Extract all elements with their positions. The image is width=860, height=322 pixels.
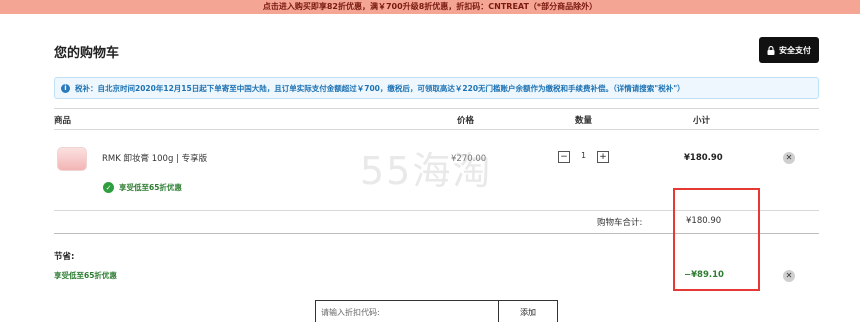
divider xyxy=(54,129,819,130)
quantity-value: 1 xyxy=(581,151,587,160)
line-total: ¥180.90 xyxy=(684,153,723,163)
apply-coupon-button[interactable]: 添加 xyxy=(499,301,557,322)
item-discount-note: ✓ 享受低至65折优惠 xyxy=(103,182,182,193)
check-icon: ✓ xyxy=(103,182,114,193)
quantity-increase-button[interactable]: + xyxy=(597,151,609,163)
remove-item-button[interactable]: ✕ xyxy=(783,152,795,164)
savings-label: 享受低至65折优惠 xyxy=(54,271,117,280)
column-header-quantity: 数量 xyxy=(575,116,593,126)
tax-notice-text[interactable]: 税补：自北京时间2020年12月15日起下单寄至中国大陆，且订单实际支付金额超过… xyxy=(75,83,685,94)
promo-banner[interactable]: 点击进入购买即享82折优惠，满￥700升级8折优惠，折扣码：CNTREAT（*部… xyxy=(0,0,860,14)
savings-title: 节省: xyxy=(54,252,75,262)
product-thumbnail[interactable] xyxy=(57,147,87,171)
unit-price: ¥270.00 xyxy=(451,154,487,164)
info-icon: i xyxy=(61,83,70,93)
divider xyxy=(54,108,819,109)
column-header-price: 价格 xyxy=(457,116,475,126)
tax-notice: i 税补：自北京时间2020年12月15日起下单寄至中国大陆，且订单实际支付金额… xyxy=(54,77,819,99)
remove-discount-button[interactable]: ✕ xyxy=(783,270,795,282)
item-discount-text: 享受低至65折优惠 xyxy=(119,183,182,192)
coupon-form: 添加 xyxy=(315,300,558,322)
quantity-decrease-button[interactable]: − xyxy=(558,151,570,163)
cart-total-label: 购物车合计: xyxy=(597,218,643,228)
watermark: 55海淘 xyxy=(360,149,493,193)
close-icon: ✕ xyxy=(785,271,793,280)
product-name[interactable]: RMK 卸妆膏 100g | 专享版 xyxy=(102,152,207,164)
secure-checkout-button[interactable]: 安全支付 xyxy=(759,37,819,63)
page-title: 您的购物车 xyxy=(54,46,120,61)
coupon-code-input[interactable] xyxy=(316,301,499,322)
column-header-subtotal: 小计 xyxy=(693,116,711,126)
secure-checkout-label: 安全支付 xyxy=(779,45,811,55)
column-header-product: 商品 xyxy=(54,116,72,126)
lock-icon xyxy=(767,45,775,55)
highlight-annotation xyxy=(673,188,760,291)
close-icon: ✕ xyxy=(785,153,793,162)
